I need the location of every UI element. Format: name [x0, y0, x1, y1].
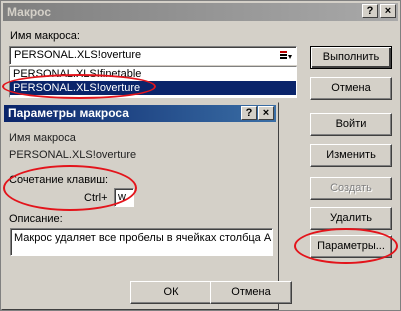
create-button[interactable]: Создать: [310, 177, 392, 200]
macro-dialog-title: Макрос: [7, 5, 51, 19]
ok-button[interactable]: ОК: [130, 281, 212, 304]
macro-options-dialog: Параметры макроса ? × Имя макроса PERSON…: [1, 102, 292, 310]
edit-button[interactable]: Изменить: [310, 144, 392, 167]
macro-name-label-text: Имя макроса:: [10, 30, 80, 42]
browse-icon[interactable]: [279, 49, 293, 62]
description-value: Макрос удаляет все пробелы в ячейках сто…: [14, 232, 273, 244]
step-into-button[interactable]: Войти: [310, 113, 392, 136]
macro-options-titlebar: Параметры макроса ? ×: [4, 105, 276, 122]
macro-name-label: Имя макроса:: [10, 30, 80, 42]
options-help-button[interactable]: ?: [241, 106, 257, 120]
description-input[interactable]: Макрос удаляет все пробелы в ячейках сто…: [10, 228, 273, 256]
macro-list[interactable]: PERSONAL.XLS!finetable PERSONAL.XLS!over…: [9, 66, 297, 98]
cancel-button[interactable]: Отмена: [310, 77, 392, 100]
macro-name-input[interactable]: PERSONAL.XLS!overture: [9, 46, 297, 65]
macro-list-item-selected[interactable]: PERSONAL.XLS!overture: [10, 81, 296, 95]
help-button[interactable]: ?: [362, 4, 378, 18]
options-close-button[interactable]: ×: [258, 106, 274, 120]
shortcut-key-value: w: [118, 191, 126, 203]
macro-dialog-titlebar: Макрос: [3, 3, 398, 21]
close-button[interactable]: ×: [380, 4, 396, 18]
shortcut-key-input[interactable]: w: [114, 188, 134, 207]
shortcut-label: Сочетание клавиш:: [9, 174, 109, 186]
options-button[interactable]: Параметры...: [310, 235, 392, 258]
run-button[interactable]: Выполнить: [310, 46, 392, 69]
options-cancel-button[interactable]: Отмена: [210, 281, 292, 304]
macro-list-item[interactable]: PERSONAL.XLS!finetable: [10, 67, 296, 81]
macro-name-value: PERSONAL.XLS!overture: [14, 49, 142, 61]
shortcut-prefix: Ctrl+: [84, 192, 108, 204]
macro-options-title: Параметры макроса: [8, 106, 129, 120]
delete-button[interactable]: Удалить: [310, 207, 392, 230]
options-macro-name-value: PERSONAL.XLS!overture: [9, 149, 137, 161]
description-label: Описание:: [9, 213, 63, 225]
options-macro-name-label: Имя макроса: [9, 132, 76, 144]
